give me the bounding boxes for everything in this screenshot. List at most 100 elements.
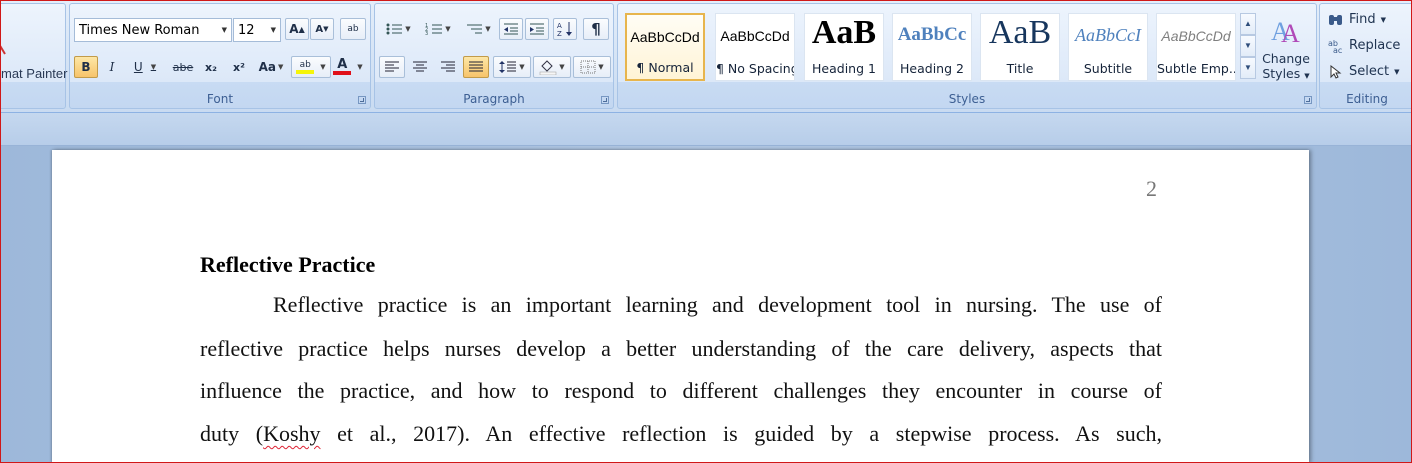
style-sample: AaBbCcDd: [630, 29, 700, 45]
clipboard-group: mat Painter: [0, 3, 67, 109]
editing-group: Find ▼ ab ac Replace Select ▼ Editing: [1319, 3, 1412, 109]
svg-text:ac: ac: [1333, 46, 1342, 53]
clear-formatting-button[interactable]: ab: [340, 18, 366, 40]
paragraph-line[interactable]: influence the practice, and how to respo…: [200, 378, 1162, 404]
superscript-button[interactable]: x²: [226, 56, 252, 78]
chevron-down-icon[interactable]: ▼: [445, 25, 450, 33]
highlight-button[interactable]: ab ▼: [291, 56, 331, 78]
style-sample: AaBbCcDd: [1161, 28, 1231, 44]
align-center-button[interactable]: [407, 56, 433, 78]
dialog-launcher-icon[interactable]: [358, 96, 366, 104]
font-group-label: Font: [206, 92, 234, 106]
replace-button[interactable]: ab ac Replace: [1328, 38, 1400, 53]
shading-button[interactable]: ▼: [533, 56, 571, 78]
multilevel-list-button[interactable]: ▼: [459, 18, 497, 40]
increase-indent-button[interactable]: [525, 18, 549, 40]
style-subtle-emphasis[interactable]: AaBbCcDd Subtle Emp...: [1156, 13, 1236, 81]
align-right-button[interactable]: [435, 56, 461, 78]
borders-button[interactable]: ▼: [573, 56, 611, 78]
multilevel-list-icon: [467, 24, 483, 34]
page-number: 2: [1146, 176, 1157, 201]
style-normal[interactable]: AaBbCcDd ¶ Normal: [625, 13, 705, 81]
chevron-down-icon[interactable]: ▼: [271, 26, 276, 34]
chevron-down-icon[interactable]: ▼: [485, 25, 490, 33]
chevron-down-icon[interactable]: ▼: [151, 63, 156, 71]
style-heading-2[interactable]: AaBbCc Heading 2: [892, 13, 972, 81]
show-formatting-button[interactable]: ¶: [583, 18, 609, 40]
paragraph-line[interactable]: reflective practice helps nurses develop…: [200, 336, 1162, 362]
chevron-down-icon[interactable]: ▼: [357, 63, 362, 71]
section-heading[interactable]: Reflective Practice: [200, 252, 375, 278]
font-name-combo[interactable]: Times New Roman ▼: [74, 18, 232, 42]
style-no-spacing[interactable]: AaBbCcDd ¶ No Spacing: [715, 13, 795, 81]
font-color-icon: A: [333, 58, 352, 75]
line-spacing-button[interactable]: ▼: [493, 56, 531, 78]
underline-label: U: [133, 60, 143, 74]
change-styles-label-2: Styles ▼: [1261, 66, 1311, 81]
dialog-launcher-icon[interactable]: [601, 96, 609, 104]
dialog-launcher-icon[interactable]: [1304, 96, 1312, 104]
style-sample: AaBbCcI: [1075, 25, 1141, 45]
decrease-indent-button[interactable]: [499, 18, 523, 40]
sort-icon: AZ: [557, 22, 572, 37]
svg-text:3: 3: [425, 31, 428, 36]
shrink-font-button[interactable]: A ▼: [310, 18, 334, 40]
select-button[interactable]: Select ▼: [1328, 64, 1400, 79]
chevron-down-icon[interactable]: ▼: [278, 63, 283, 71]
style-heading-1[interactable]: AaB Heading 1: [804, 13, 884, 81]
underline-button[interactable]: U ▼: [128, 56, 162, 78]
strikethrough-button[interactable]: abe: [170, 56, 196, 78]
style-name: ¶ Normal: [636, 60, 694, 75]
italic-button[interactable]: I: [100, 56, 124, 78]
scroll-down-icon[interactable]: ▼: [1240, 35, 1256, 57]
arrow-down-icon: ▼: [323, 25, 329, 33]
paragraph-line[interactable]: duty (Koshy et al., 2017). An effective …: [200, 421, 1162, 447]
highlight-label: ab: [299, 60, 311, 70]
change-styles-button[interactable]: A A Change Styles ▼: [1261, 12, 1311, 92]
chevron-down-icon[interactable]: ▼: [222, 26, 227, 34]
align-right-icon: [441, 61, 455, 72]
chevron-down-icon[interactable]: ▼: [405, 25, 410, 33]
font-color-button[interactable]: A ▼: [330, 56, 366, 78]
justify-button[interactable]: [463, 56, 489, 78]
style-sample: AaBbCcDd: [720, 28, 790, 44]
subscript-button[interactable]: x₂: [198, 56, 224, 78]
ribbon: mat Painter Times New Roman ▼ 12 ▼ A ▲ A ▼…: [0, 0, 1412, 113]
misspelled-word[interactable]: Koshy: [263, 421, 320, 446]
bold-button[interactable]: B: [74, 56, 98, 78]
align-left-button[interactable]: [379, 56, 405, 78]
decrease-indent-icon: [504, 23, 518, 35]
find-button[interactable]: Find ▼: [1328, 12, 1386, 27]
bullets-icon: [386, 23, 403, 35]
line-spacing-icon: [499, 61, 517, 73]
chevron-down-icon[interactable]: ▼: [519, 63, 524, 71]
change-case-button[interactable]: Aa ▼: [254, 56, 288, 78]
change-styles-label-text: Styles: [1262, 66, 1301, 81]
shrink-font-label: A: [315, 23, 324, 35]
strikethrough-label: abe: [172, 60, 194, 74]
format-painter-button[interactable]: mat Painter: [1, 66, 67, 81]
sort-button[interactable]: AZ: [553, 18, 577, 40]
change-styles-label-1: Change: [1262, 51, 1310, 66]
style-name: Subtitle: [1083, 61, 1133, 76]
scroll-up-icon[interactable]: ▲: [1240, 13, 1256, 35]
change-styles-icon: A A: [1271, 17, 1300, 48]
style-title[interactable]: AaB Title: [980, 13, 1060, 81]
paragraph-group-label: Paragraph: [463, 92, 525, 106]
chevron-down-icon[interactable]: ▼: [320, 63, 325, 71]
font-size-combo[interactable]: 12 ▼: [233, 18, 281, 42]
font-size-value: 12: [238, 22, 255, 38]
ruler-band: [0, 113, 1412, 146]
numbering-button[interactable]: 123 ▼: [419, 18, 457, 40]
chevron-down-icon[interactable]: ▼: [559, 63, 564, 71]
chevron-down-icon[interactable]: ▼: [598, 63, 603, 71]
more-styles-icon[interactable]: ▼: [1240, 57, 1256, 79]
paragraph-line[interactable]: Reflective practice is an important lear…: [273, 292, 1162, 318]
style-subtitle[interactable]: AaBbCcI Subtitle: [1068, 13, 1148, 81]
style-name: ¶ No Spacing: [716, 61, 795, 76]
bullets-button[interactable]: ▼: [379, 18, 417, 40]
style-name: Heading 2: [900, 61, 964, 76]
bold-label: B: [81, 60, 91, 74]
grow-font-button[interactable]: A ▲: [285, 18, 309, 40]
format-painter-icon: [0, 43, 6, 55]
